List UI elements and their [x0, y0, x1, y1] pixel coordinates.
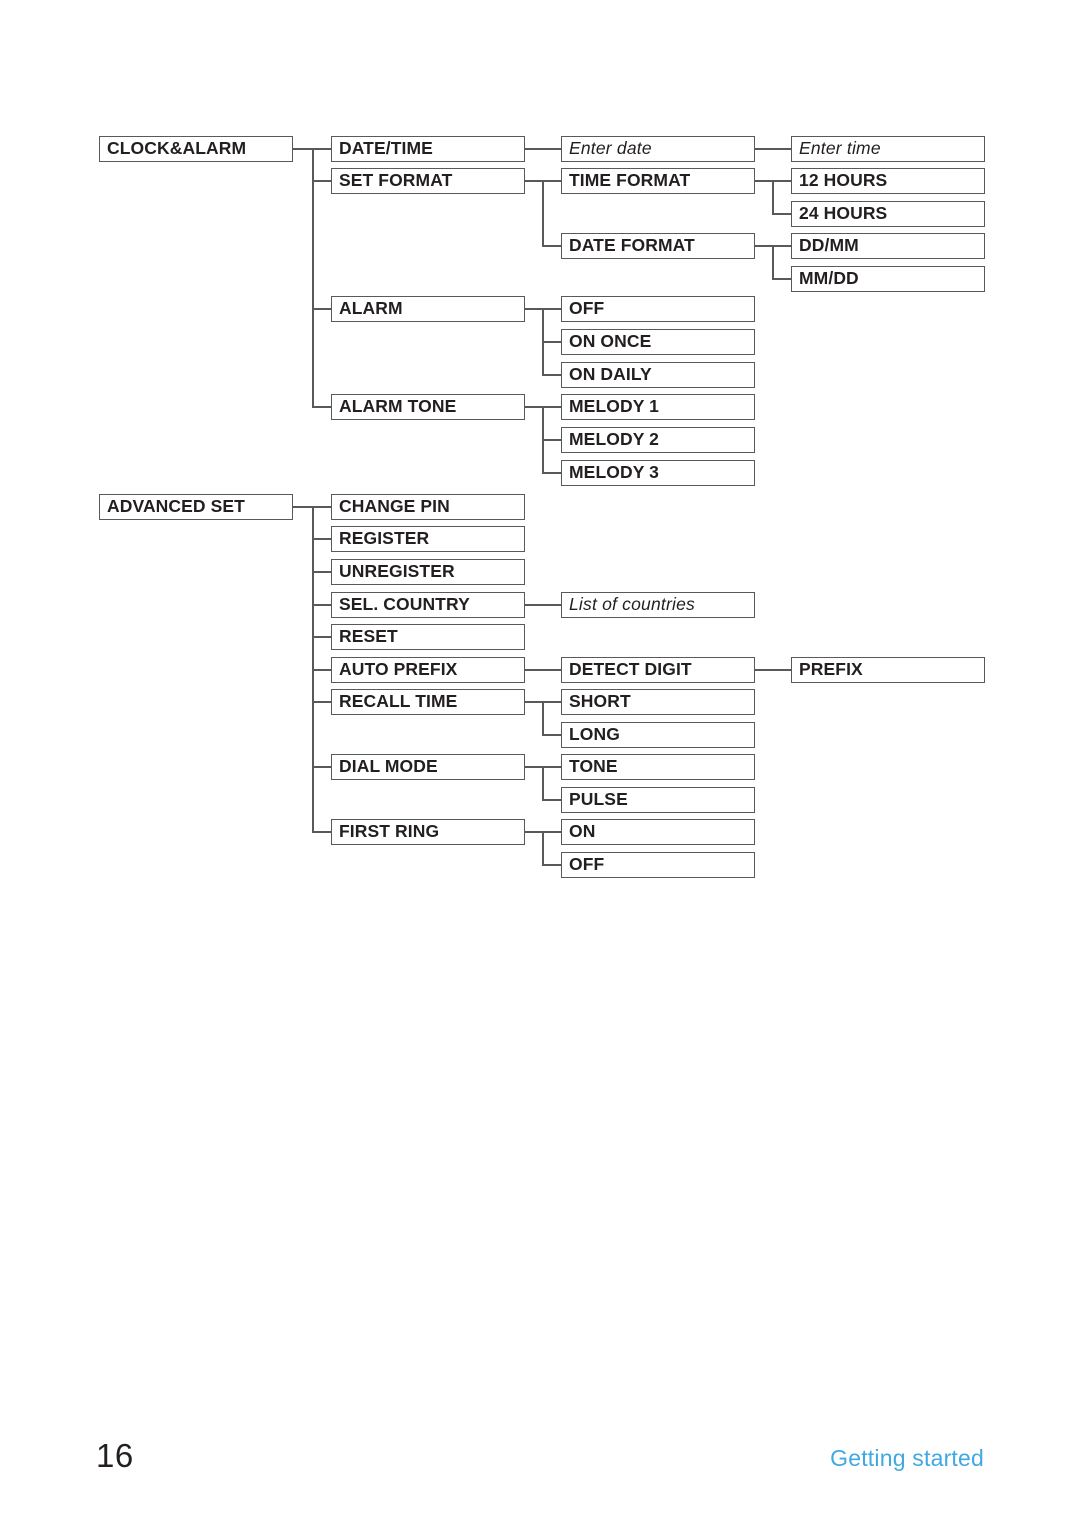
menu-node-alarm-on-once[interactable]: ON ONCE [561, 329, 755, 355]
connector-dialmode-trunk [542, 766, 544, 799]
connector-to-time-format [542, 180, 561, 182]
menu-node-alarm-off[interactable]: OFF [561, 296, 755, 322]
connector-recalltime-stub [524, 701, 543, 703]
menu-node-register[interactable]: REGISTER [331, 526, 525, 552]
connector-selcountry-list [524, 604, 561, 606]
menu-node-change-pin[interactable]: CHANGE PIN [331, 494, 525, 520]
connector-to-melody-2 [542, 439, 561, 441]
connector-dateformat-stub [755, 245, 773, 247]
menu-node-dd-mm[interactable]: DD/MM [791, 233, 985, 259]
connector-to-off [542, 864, 561, 866]
connector-to-sel-country [312, 604, 331, 606]
connector-to-change-pin [312, 506, 331, 508]
menu-node-enter-time[interactable]: Enter time [791, 136, 985, 162]
connector-dialmode-stub [524, 766, 543, 768]
connector-enterdate-entertime [755, 148, 791, 150]
connector-firstring-trunk [542, 831, 544, 864]
menu-node-melody-2[interactable]: MELODY 2 [561, 427, 755, 453]
connector-to-mm-dd [772, 278, 791, 280]
connector-to-pulse [542, 799, 561, 801]
page-number: 16 [96, 1437, 134, 1474]
menu-node-pulse[interactable]: PULSE [561, 787, 755, 813]
menu-tree-diagram: CLOCK&ALARM DATE/TIME Enter date Enter t… [0, 0, 1080, 1000]
menu-node-off[interactable]: OFF [561, 852, 755, 878]
menu-node-set-format[interactable]: SET FORMAT [331, 168, 525, 194]
connector-to-tone [542, 766, 561, 768]
menu-node-prefix[interactable]: PREFIX [791, 657, 985, 683]
connector-clockalarm-stub [293, 148, 313, 150]
menu-node-mm-dd[interactable]: MM/DD [791, 266, 985, 292]
menu-node-reset[interactable]: RESET [331, 624, 525, 650]
menu-node-detect-digit[interactable]: DETECT DIGIT [561, 657, 755, 683]
connector-firstring-stub [524, 831, 543, 833]
menu-node-auto-prefix[interactable]: AUTO PREFIX [331, 657, 525, 683]
connector-to-alarm-off [542, 308, 561, 310]
menu-node-time-format[interactable]: TIME FORMAT [561, 168, 755, 194]
menu-node-clock-alarm[interactable]: CLOCK&ALARM [99, 136, 293, 162]
connector-to-date-time [312, 148, 331, 150]
connector-advancedset-stub [293, 506, 313, 508]
menu-node-date-time[interactable]: DATE/TIME [331, 136, 525, 162]
menu-node-tone[interactable]: TONE [561, 754, 755, 780]
menu-node-enter-date[interactable]: Enter date [561, 136, 755, 162]
connector-to-alarm [312, 308, 331, 310]
connector-to-set-format [312, 180, 331, 182]
menu-node-on[interactable]: ON [561, 819, 755, 845]
menu-node-alarm-tone[interactable]: ALARM TONE [331, 394, 525, 420]
connector-to-24-hours [772, 213, 791, 215]
connector-to-on [542, 831, 561, 833]
menu-node-recall-time[interactable]: RECALL TIME [331, 689, 525, 715]
connector-detectdigit-prefix [755, 669, 791, 671]
connector-to-date-format [542, 245, 561, 247]
connector-dateformat-trunk [772, 245, 774, 278]
menu-node-sel-country[interactable]: SEL. COUNTRY [331, 592, 525, 618]
menu-node-12-hours[interactable]: 12 HOURS [791, 168, 985, 194]
connector-alarm-stub [524, 308, 543, 310]
menu-node-advanced-set[interactable]: ADVANCED SET [99, 494, 293, 520]
menu-node-date-format[interactable]: DATE FORMAT [561, 233, 755, 259]
menu-node-melody-3[interactable]: MELODY 3 [561, 460, 755, 486]
connector-to-alarm-on-daily [542, 374, 561, 376]
menu-node-alarm[interactable]: ALARM [331, 296, 525, 322]
menu-node-melody-1[interactable]: MELODY 1 [561, 394, 755, 420]
menu-node-alarm-on-daily[interactable]: ON DAILY [561, 362, 755, 388]
connector-to-unregister [312, 571, 331, 573]
connector-to-auto-prefix [312, 669, 331, 671]
menu-node-long[interactable]: LONG [561, 722, 755, 748]
connector-setformat-stub [524, 180, 543, 182]
menu-node-short[interactable]: SHORT [561, 689, 755, 715]
connector-timeformat-stub [755, 180, 773, 182]
connector-to-register [312, 538, 331, 540]
menu-node-dial-mode[interactable]: DIAL MODE [331, 754, 525, 780]
connector-to-melody-1 [542, 406, 561, 408]
connector-to-long [542, 734, 561, 736]
connector-to-alarm-on-once [542, 341, 561, 343]
connector-autoprefix-detectdigit [524, 669, 561, 671]
connector-to-melody-3 [542, 472, 561, 474]
menu-node-list-of-countries[interactable]: List of countries [561, 592, 755, 618]
connector-to-dd-mm [772, 245, 791, 247]
menu-node-first-ring[interactable]: FIRST RING [331, 819, 525, 845]
connector-to-recall-time [312, 701, 331, 703]
menu-node-24-hours[interactable]: 24 HOURS [791, 201, 985, 227]
connector-to-alarm-tone [312, 406, 331, 408]
connector-alarmtone-stub [524, 406, 543, 408]
connector-to-dial-mode [312, 766, 331, 768]
menu-node-unregister[interactable]: UNREGISTER [331, 559, 525, 585]
connector-to-first-ring [312, 831, 331, 833]
connector-clockalarm-trunk [312, 148, 314, 407]
connector-recalltime-trunk [542, 701, 544, 734]
footer-section-label: Getting started [830, 1445, 984, 1471]
manual-page: CLOCK&ALARM DATE/TIME Enter date Enter t… [0, 0, 1080, 1525]
connector-timeformat-trunk [772, 180, 774, 213]
connector-setformat-trunk [542, 180, 544, 246]
connector-to-short [542, 701, 561, 703]
connector-to-reset [312, 636, 331, 638]
connector-to-12-hours [772, 180, 791, 182]
page-footer: 16 Getting started [0, 1405, 1080, 1525]
connector-datetime-enterdate [524, 148, 561, 150]
